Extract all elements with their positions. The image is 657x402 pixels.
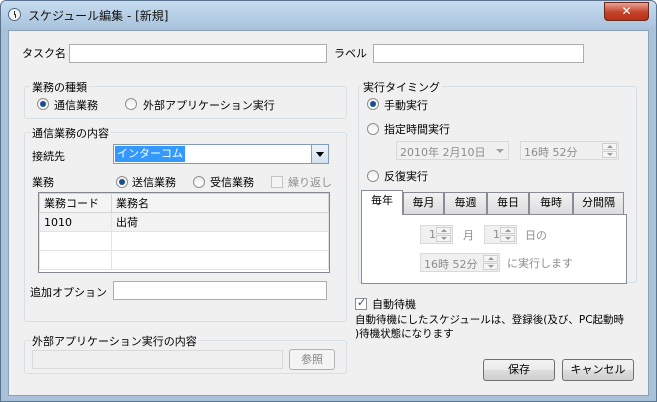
yearly-tab-panel: 1 月 1 日の 16時 52分 に実行します — [361, 214, 627, 284]
day-spin-buttons[interactable] — [500, 227, 515, 243]
repeat-time-value: 16時 52分 — [424, 258, 478, 271]
column-header[interactable]: 業務名 — [111, 193, 329, 213]
send-task-label: 送信業務 — [132, 176, 176, 189]
connection-value: インターコム — [115, 146, 185, 162]
ext-title: 外部アプリケーション実行の内容 — [30, 333, 199, 349]
table-header-row: 業務コード 業務名 — [39, 193, 329, 213]
repeat-run-radio[interactable] — [367, 170, 379, 182]
repeat-time-picker[interactable]: 16時 52分 — [420, 253, 500, 272]
day-unit: 日の — [525, 229, 547, 242]
table-cell — [111, 231, 329, 251]
connection-label: 接続先 — [32, 150, 65, 163]
work-type-comm-radio[interactable] — [37, 98, 49, 110]
manual-run-radio[interactable] — [367, 98, 379, 110]
auto-wait-checkbox[interactable] — [355, 296, 367, 310]
task-label: 業務 — [32, 176, 54, 189]
tab-yearly[interactable]: 毎年 — [361, 190, 403, 215]
date-value: 2010年 2月10日 — [400, 146, 486, 159]
task-name-label: タスク名 — [22, 47, 66, 60]
day-value: 1 — [493, 228, 500, 241]
repeat-checkbox[interactable] — [271, 176, 283, 188]
date-picker[interactable]: 2010年 2月10日 — [396, 141, 509, 160]
month-spin-buttons[interactable] — [436, 227, 451, 243]
cancel-button[interactable]: キャンセル — [562, 359, 634, 381]
time-picker[interactable]: 16時 52分 — [520, 141, 619, 160]
spin-down-icon — [505, 237, 511, 240]
task-table: 業務コード 業務名 1010 出荷 — [38, 192, 330, 273]
month-spinner[interactable]: 1 — [420, 225, 453, 244]
save-button[interactable]: 保存 — [483, 359, 555, 381]
table-row[interactable]: 1010 出荷 — [39, 212, 329, 232]
repeat-run-label: 反復実行 — [384, 170, 428, 183]
work-type-title: 業務の種類 — [30, 79, 89, 95]
dialog-body: タスク名 ラベル 業務の種類 通信業務 外部アプリケーション実行 通信業務の内容… — [8, 30, 649, 396]
spin-down-icon — [607, 153, 613, 156]
chevron-down-icon[interactable] — [496, 149, 504, 153]
table-cell: 1010 — [39, 212, 112, 232]
close-button[interactable]: ✕ — [604, 2, 649, 21]
month-unit: 月 — [463, 229, 474, 242]
timing-title: 実行タイミング — [361, 79, 442, 95]
manual-run-label: 手動実行 — [384, 99, 428, 112]
tab-weekly[interactable]: 毎週 — [444, 192, 487, 214]
option-input[interactable] — [113, 281, 327, 300]
repeat-time-spinner[interactable] — [483, 255, 498, 271]
table-cell — [39, 250, 112, 270]
time-value: 16時 52分 — [524, 146, 578, 159]
table-row[interactable] — [39, 231, 329, 251]
browse-button[interactable]: 参照 — [289, 349, 335, 370]
tab-hourly[interactable]: 毎時 — [529, 192, 573, 214]
tab-monthly[interactable]: 毎月 — [403, 192, 444, 214]
spin-up-icon — [505, 229, 511, 232]
option-label: 追加オプション — [30, 286, 107, 299]
receive-task-label: 受信業務 — [210, 176, 254, 189]
spin-down-icon — [488, 265, 494, 268]
work-type-ext-label: 外部アプリケーション実行 — [143, 99, 275, 112]
table-cell — [39, 231, 112, 251]
close-icon: ✕ — [621, 4, 632, 18]
tab-daily[interactable]: 毎日 — [487, 192, 529, 214]
table-cell — [111, 250, 329, 270]
spin-up-icon — [607, 145, 613, 148]
day-spinner[interactable]: 1 — [484, 225, 517, 244]
receive-task-radio[interactable] — [193, 176, 205, 188]
table-cell: 出荷 — [111, 212, 329, 232]
clock-icon — [8, 8, 21, 21]
tab-interval[interactable]: 分間隔 — [573, 192, 624, 214]
work-type-ext-radio[interactable] — [125, 98, 137, 110]
repeat-tabs: 毎年 毎月 毎週 毎日 毎時 分間隔 1 月 1 日の 16時 52分 に実行し… — [361, 190, 627, 286]
scheduled-run-label: 指定時間実行 — [384, 123, 450, 136]
spin-down-icon — [441, 237, 447, 240]
scheduled-run-radio[interactable] — [367, 123, 379, 135]
month-value: 1 — [429, 228, 436, 241]
ext-path-input[interactable] — [32, 350, 283, 369]
label-input[interactable] — [373, 44, 584, 63]
title-bar[interactable]: スケジュール編集 - [新規] ✕ — [1, 1, 656, 28]
window-title: スケジュール編集 - [新規] — [28, 9, 169, 23]
connection-combobox[interactable]: インターコム — [113, 144, 329, 164]
auto-wait-label: 自動待機 — [372, 298, 416, 311]
column-header[interactable]: 業務コード — [39, 193, 112, 213]
send-task-radio[interactable] — [116, 176, 128, 188]
repeat-label: 繰り返し — [288, 176, 332, 189]
task-name-input[interactable] — [69, 44, 327, 63]
auto-wait-note-line1: 自動待機にしたスケジュールは、登録後(及び、PC起動時 — [355, 314, 625, 326]
auto-wait-note-line2: )待機状態になります — [355, 328, 454, 340]
repeat-suffix: に実行します — [507, 257, 573, 270]
dialog-window: スケジュール編集 - [新規] ✕ タスク名 ラベル 業務の種類 通信業務 外部… — [0, 0, 657, 402]
label-label: ラベル — [334, 47, 367, 60]
time-spinner[interactable] — [602, 143, 617, 159]
chevron-down-icon[interactable] — [311, 145, 328, 163]
work-type-comm-label: 通信業務 — [54, 99, 98, 112]
spin-up-icon — [441, 229, 447, 232]
table-row[interactable] — [39, 250, 329, 270]
comm-title: 通信業務の内容 — [30, 125, 111, 141]
spin-up-icon — [488, 257, 494, 260]
